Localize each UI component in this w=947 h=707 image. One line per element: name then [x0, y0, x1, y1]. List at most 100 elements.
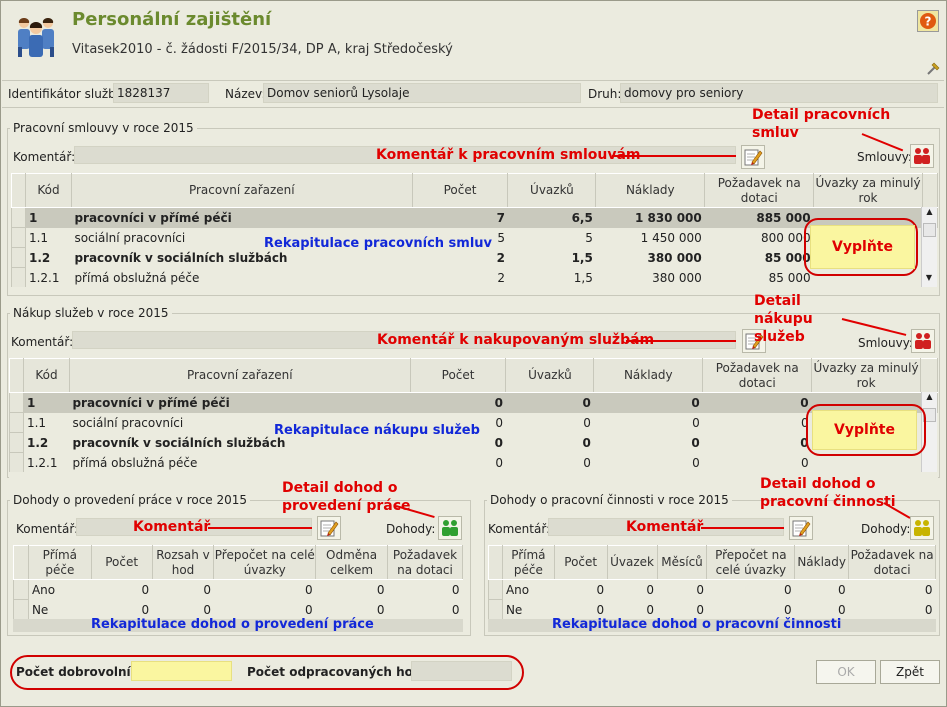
table-row[interactable]: 1 pracovníci v přímé péči 0 0 0 0 — [9, 392, 938, 413]
dpc-detail-annotation: Detail dohod o pracovní činnosti — [760, 475, 900, 511]
contracts-comment-label: Komentář: — [13, 150, 76, 164]
dpp-detail-annotation: Detail dohod o provedení práce — [282, 479, 422, 515]
contracts-col-scroll — [921, 173, 939, 208]
dpc-col-request[interactable]: Požadavek na dotaci — [848, 545, 936, 580]
cell-position: pracovníci v přímé péči — [74, 210, 232, 225]
back-button[interactable]: Zpět — [880, 660, 940, 684]
cell-request: 885 000 — [756, 210, 811, 225]
row-handle — [9, 452, 24, 473]
dpc-col-fte[interactable]: Úvazek — [606, 545, 658, 580]
table-row[interactable]: 1.2.1 přímá obslužná péče 2 1,5 380 000 … — [11, 267, 938, 288]
services-col-prev-fte[interactable]: Úvazky za minulý rok — [811, 358, 921, 393]
contracts-col-count[interactable]: Počet — [411, 173, 509, 208]
dpc-col-costs[interactable]: Náklady — [794, 545, 850, 580]
contracts-scrollbar[interactable]: ▲ ▼ — [921, 207, 937, 287]
dpc-title: Dohody o pracovní činnosti v roce 2015 — [487, 493, 732, 507]
volunteers-field[interactable] — [131, 661, 232, 681]
cell-code: 1.1 — [26, 415, 47, 430]
row-handle — [11, 267, 26, 288]
cell-costs: 1 450 000 — [640, 230, 702, 245]
services-col-fte[interactable]: Úvazků — [505, 358, 595, 393]
services-detail-button[interactable] — [911, 329, 935, 353]
contracts-comment-edit-button[interactable] — [741, 145, 765, 169]
edit-note-icon — [792, 520, 811, 537]
scroll-up-icon[interactable]: ▲ — [922, 207, 937, 221]
dpp-col-count[interactable]: Počet — [90, 545, 153, 580]
dpc-comment-arrow — [701, 527, 784, 529]
cell-request: 0 — [924, 582, 933, 597]
services-fill-box: Vyplňte — [812, 410, 917, 450]
people-red-icon — [915, 333, 931, 349]
cell-fte: 0 — [582, 395, 591, 410]
ok-button[interactable]: OK — [816, 660, 876, 684]
services-detail-annotation-text: Detail nákupu služeb — [754, 293, 813, 345]
contracts-col-request[interactable]: Požadavek na dotaci — [704, 173, 815, 208]
dpc-comment-edit-button[interactable] — [789, 516, 813, 540]
scroll-up-icon[interactable]: ▲ — [922, 392, 937, 406]
hours-field[interactable] — [411, 661, 512, 681]
scroll-thumb[interactable] — [923, 223, 936, 237]
row-handle — [9, 392, 24, 413]
dpp-title: Dohody o provedení práce v roce 2015 — [10, 493, 251, 507]
services-col-request[interactable]: Požadavek na dotaci — [702, 358, 813, 393]
cell-count: 0 — [494, 395, 503, 410]
table-row[interactable]: Ano 0 0 0 0 0 0 — [488, 579, 936, 600]
cell-costs: 0 — [691, 395, 700, 410]
services-row-header-corner — [9, 358, 24, 393]
dpp-col-hours[interactable]: Rozsah v hod — [151, 545, 215, 580]
dpp-col-fte[interactable]: Přepočet na celé úvazky — [213, 545, 317, 580]
table-row[interactable]: Ano 0 0 0 0 0 — [13, 579, 463, 600]
tools-icon[interactable] — [926, 60, 942, 76]
dpc-col-full-fte[interactable]: Přepočet na celé úvazky — [706, 545, 796, 580]
cell-fte: 0 — [646, 582, 655, 597]
row-handle — [11, 207, 26, 228]
cell-request: 0 — [451, 602, 460, 617]
help-icon[interactable]: ? — [917, 10, 939, 32]
table-row[interactable]: 1 pracovníci v přímé péči 7 6,5 1 830 00… — [11, 207, 938, 228]
dpp-col-reward[interactable]: Odměna celkem — [315, 545, 388, 580]
dpc-col-months[interactable]: Měsíců — [656, 545, 708, 580]
cell-code: 1.2.1 — [28, 270, 60, 285]
scroll-down-icon[interactable]: ▼ — [922, 273, 936, 287]
edit-note-icon — [320, 520, 339, 537]
cell-request: 0 — [800, 415, 809, 430]
cell-costs: 0 — [838, 582, 846, 597]
cell-fte: 0 — [583, 455, 591, 470]
contracts-col-position[interactable]: Pracovní zařazení — [70, 173, 413, 208]
services-col-code[interactable]: Kód — [22, 358, 70, 393]
cell-request: 85 000 — [768, 270, 811, 285]
row-handle — [488, 579, 503, 600]
contracts-col-costs[interactable]: Náklady — [595, 173, 706, 208]
services-col-count[interactable]: Počet — [409, 358, 507, 393]
row-handle — [9, 412, 24, 433]
contracts-detail-button[interactable] — [910, 144, 934, 168]
dpp-comment-edit-button[interactable] — [317, 516, 341, 540]
page-subtitle: Vitasek2010 - č. žádosti F/2015/34, DP A… — [72, 42, 453, 57]
cell-position: pracovníci v přímé péči — [72, 395, 230, 410]
dpp-col-direct-care[interactable]: Přímá péče — [27, 545, 92, 580]
dpp-detail-button[interactable] — [438, 516, 462, 540]
contracts-col-prev-fte[interactable]: Úvazky za minulý rok — [813, 173, 923, 208]
service-name-field[interactable]: Domov seniorů Lysolaje — [263, 83, 581, 103]
dpp-detail-annotation-text: Detail dohod o provedení práce — [282, 480, 411, 514]
service-type-field[interactable]: domovy pro seniory — [620, 83, 938, 103]
services-col-costs[interactable]: Náklady — [593, 358, 704, 393]
cell-fte: 0 — [305, 582, 313, 597]
table-row[interactable]: 1.2.1 přímá obslužná péče 0 0 0 0 — [9, 452, 938, 473]
cell-code: 1.2 — [26, 435, 49, 450]
services-title: Nákup služeb v roce 2015 — [10, 306, 172, 320]
service-id-field[interactable]: 1828137 — [113, 83, 209, 103]
contracts-col-fte[interactable]: Úvazků — [507, 173, 597, 208]
dpc-comment-annotation: Komentář — [626, 519, 704, 535]
dpp-col-request[interactable]: Požadavek na dotaci — [387, 545, 463, 580]
contracts-col-code[interactable]: Kód — [24, 173, 72, 208]
dpc-col-direct-care[interactable]: Přímá péče — [501, 545, 555, 580]
cell-request: 0 — [800, 435, 809, 450]
cell-code: 1.1 — [28, 230, 49, 245]
cell-fte: 1,5 — [573, 270, 593, 285]
dpc-col-count[interactable]: Počet — [553, 545, 608, 580]
row-handle — [488, 599, 503, 620]
services-col-position[interactable]: Pracovní zařazení — [68, 358, 411, 393]
services-comment-arrow — [626, 340, 736, 342]
dpc-detail-button[interactable] — [910, 516, 934, 540]
